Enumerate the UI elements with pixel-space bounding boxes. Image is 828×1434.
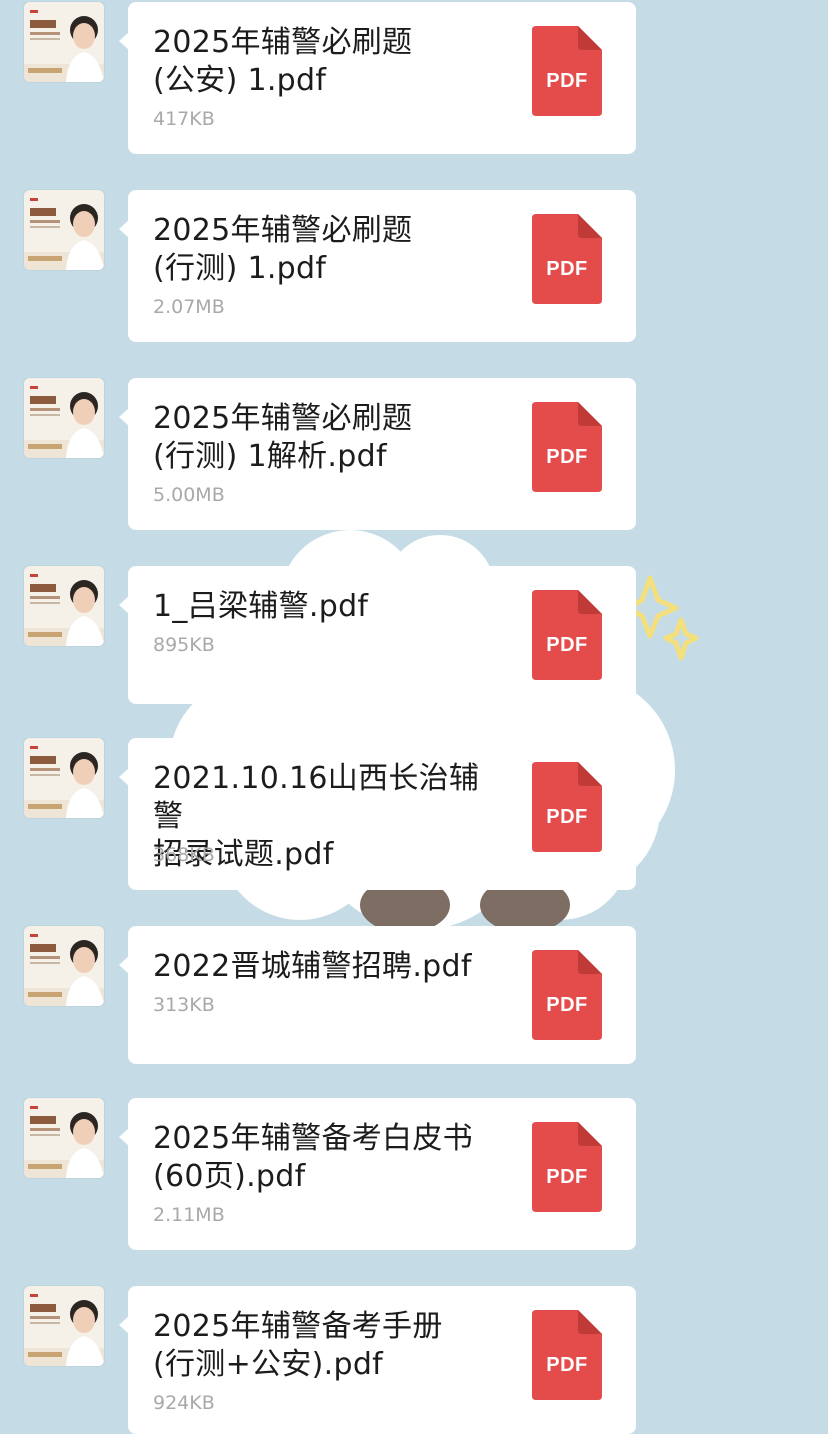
- file-name-line: (行测) 1.pdf: [153, 251, 327, 286]
- file-message[interactable]: 2025年辅警必刷题 (行测) 1.pdf 2.07MB PDF: [119, 190, 636, 342]
- contact-avatar[interactable]: [24, 2, 104, 82]
- file-name-line: 2025年辅警备考手册: [153, 1309, 443, 1344]
- pdf-file-icon: PDF: [532, 950, 602, 1040]
- file-size: 2.11MB: [153, 1204, 225, 1226]
- file-name: 2025年辅警必刷题 (行测) 1解析.pdf: [153, 400, 503, 476]
- pdf-type-label: PDF: [546, 1166, 588, 1188]
- file-message[interactable]: 2021.10.16山西长治辅警 招录试题.pdf 368KB PDF: [119, 738, 636, 890]
- file-size: 313KB: [153, 994, 215, 1016]
- file-name-line: 2025年辅警必刷题: [153, 401, 413, 436]
- file-message[interactable]: 2025年辅警必刷题 (行测) 1解析.pdf 5.00MB PDF: [119, 378, 636, 530]
- avatar-image: [24, 190, 104, 270]
- contact-avatar[interactable]: [24, 378, 104, 458]
- file-name: 2025年辅警必刷题 (行测) 1.pdf: [153, 212, 503, 288]
- file-message[interactable]: 2025年辅警备考手册 (行测+公安).pdf 924KB PDF: [119, 1286, 636, 1434]
- file-name-line: (行测) 1解析.pdf: [153, 439, 387, 474]
- file-message[interactable]: 2025年辅警备考白皮书 (60页).pdf 2.11MB PDF: [119, 1098, 636, 1250]
- file-message[interactable]: 2022晋城辅警招聘.pdf 313KB PDF: [119, 926, 636, 1064]
- file-message[interactable]: 1_吕梁辅警.pdf 895KB PDF: [119, 566, 636, 704]
- file-message[interactable]: 2025年辅警必刷题 (公安) 1.pdf 417KB PDF: [119, 2, 636, 154]
- file-name-line: (公安) 1.pdf: [153, 63, 327, 98]
- file-size: 368KB: [153, 844, 215, 866]
- file-name-line: 2025年辅警必刷题: [153, 213, 413, 248]
- pdf-file-icon: PDF: [532, 1122, 602, 1212]
- pdf-type-label: PDF: [546, 70, 588, 92]
- file-name: 2025年辅警备考手册 (行测+公安).pdf: [153, 1308, 503, 1384]
- file-size: 417KB: [153, 108, 215, 130]
- contact-avatar[interactable]: [24, 738, 104, 818]
- file-size: 924KB: [153, 1392, 215, 1414]
- avatar-image: [24, 926, 104, 1006]
- file-name-line: (60页).pdf: [153, 1159, 306, 1194]
- file-size: 5.00MB: [153, 484, 225, 506]
- avatar-image: [24, 2, 104, 82]
- contact-avatar[interactable]: [24, 1286, 104, 1366]
- avatar-image: [24, 378, 104, 458]
- file-name-line: 2025年辅警备考白皮书: [153, 1121, 473, 1156]
- pdf-type-label: PDF: [546, 1354, 588, 1376]
- pdf-type-label: PDF: [546, 634, 588, 656]
- contact-avatar[interactable]: [24, 190, 104, 270]
- file-name: 1_吕梁辅警.pdf: [153, 588, 503, 626]
- file-size: 2.07MB: [153, 296, 225, 318]
- pdf-type-label: PDF: [546, 806, 588, 828]
- pdf-file-icon: PDF: [532, 214, 602, 304]
- avatar-image: [24, 738, 104, 818]
- file-name: 2025年辅警必刷题 (公安) 1.pdf: [153, 24, 503, 100]
- pdf-type-label: PDF: [546, 446, 588, 468]
- file-size: 895KB: [153, 634, 215, 656]
- avatar-image: [24, 1286, 104, 1366]
- pdf-file-icon: PDF: [532, 590, 602, 680]
- file-name-line: 2021.10.16山西长治辅警: [153, 761, 480, 834]
- pdf-type-label: PDF: [546, 994, 588, 1016]
- file-name-line: (行测+公安).pdf: [153, 1347, 384, 1382]
- pdf-type-label: PDF: [546, 258, 588, 280]
- file-name-line: 2025年辅警必刷题: [153, 25, 413, 60]
- contact-avatar[interactable]: [24, 566, 104, 646]
- contact-avatar[interactable]: [24, 926, 104, 1006]
- file-name: 2022晋城辅警招聘.pdf: [153, 948, 503, 986]
- file-name: 2025年辅警备考白皮书 (60页).pdf: [153, 1120, 503, 1196]
- avatar-image: [24, 566, 104, 646]
- file-name-line: 2022晋城辅警招聘.pdf: [153, 949, 472, 984]
- pdf-file-icon: PDF: [532, 402, 602, 492]
- avatar-image: [24, 1098, 104, 1178]
- pdf-file-icon: PDF: [532, 762, 602, 852]
- contact-avatar[interactable]: [24, 1098, 104, 1178]
- chat-window: 2025年辅警必刷题 (公安) 1.pdf 417KB PDF 2025年辅警必…: [0, 0, 828, 1434]
- pdf-file-icon: PDF: [532, 1310, 602, 1400]
- pdf-file-icon: PDF: [532, 26, 602, 116]
- file-name-line: 1_吕梁辅警.pdf: [153, 589, 369, 624]
